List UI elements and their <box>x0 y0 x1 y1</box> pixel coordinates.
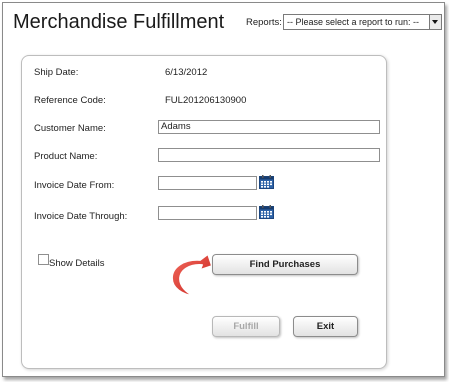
curved-arrow-icon <box>171 253 213 297</box>
customer-name-label: Customer Name: <box>34 123 106 134</box>
reports-select-value: -- Please select a report to run: -- <box>287 17 420 27</box>
reports-select[interactable]: -- Please select a report to run: -- <box>283 14 442 30</box>
reports-label: Reports: <box>246 17 282 28</box>
calendar-icon[interactable] <box>259 175 274 189</box>
reference-code-label: Reference Code: <box>34 95 106 106</box>
show-details-checkbox[interactable] <box>38 254 49 265</box>
page-title: Merchandise Fulfillment <box>13 11 225 33</box>
product-name-label: Product Name: <box>34 151 98 162</box>
fulfill-button[interactable]: Fulfill <box>212 316 280 337</box>
customer-name-field[interactable]: Adams <box>158 120 380 134</box>
product-name-field[interactable] <box>158 148 380 162</box>
exit-button[interactable]: Exit <box>293 316 358 337</box>
show-details-label: Show Details <box>49 258 105 269</box>
find-purchases-button[interactable]: Find Purchases <box>212 254 358 275</box>
ship-date-label: Ship Date: <box>34 67 79 78</box>
chevron-down-icon[interactable] <box>429 15 441 29</box>
calendar-icon[interactable] <box>259 205 274 219</box>
ship-date-value: 6/13/2012 <box>165 67 208 78</box>
invoice-date-through-field[interactable] <box>158 206 257 220</box>
invoice-date-from-label: Invoice Date From: <box>34 180 115 191</box>
reference-code-value: FUL201206130900 <box>165 95 247 106</box>
invoice-date-through-label: Invoice Date Through: <box>34 211 128 222</box>
invoice-date-from-field[interactable] <box>158 176 257 190</box>
